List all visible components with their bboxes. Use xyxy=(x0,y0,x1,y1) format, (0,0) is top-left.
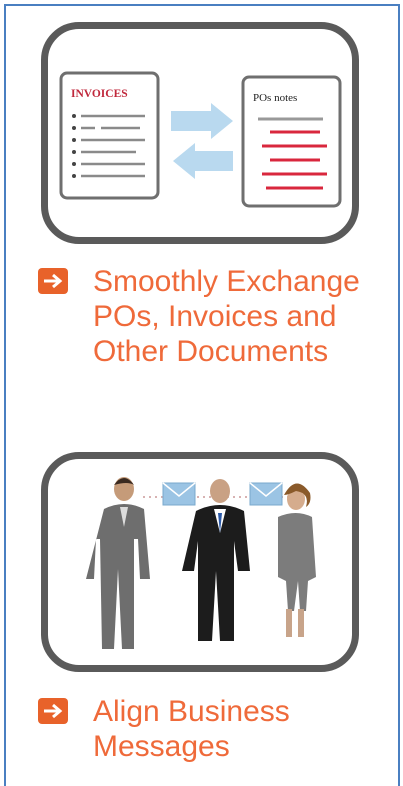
feature-align-messages[interactable]: Align Business Messages xyxy=(38,694,290,764)
document-exchange-graphic: INVOICES POs notes xyxy=(59,71,342,208)
arrow-right-icon xyxy=(38,698,68,724)
envelope-icon xyxy=(162,482,196,506)
po-notes-document: POs notes xyxy=(241,75,342,208)
invoice-document: INVOICES xyxy=(59,71,160,200)
businesswoman xyxy=(278,483,316,637)
exchange-arrows-icon xyxy=(171,103,233,179)
feature-title[interactable]: Align Business Messages xyxy=(93,694,290,764)
arrow-right-icon xyxy=(38,268,68,294)
business-people-illustration xyxy=(41,452,359,672)
feature-exchange-documents[interactable]: Smoothly Exchange POs, Invoices and Othe… xyxy=(38,264,360,369)
business-people-graphic xyxy=(86,477,316,649)
document-exchange-illustration: INVOICES POs notes xyxy=(41,22,359,244)
feature-title[interactable]: Smoothly Exchange POs, Invoices and Othe… xyxy=(93,264,360,369)
invoice-title: INVOICES xyxy=(71,88,128,100)
envelope-icon xyxy=(249,482,283,506)
po-notes-title: POs notes xyxy=(253,92,297,104)
businessman-gray-suit xyxy=(86,477,150,649)
